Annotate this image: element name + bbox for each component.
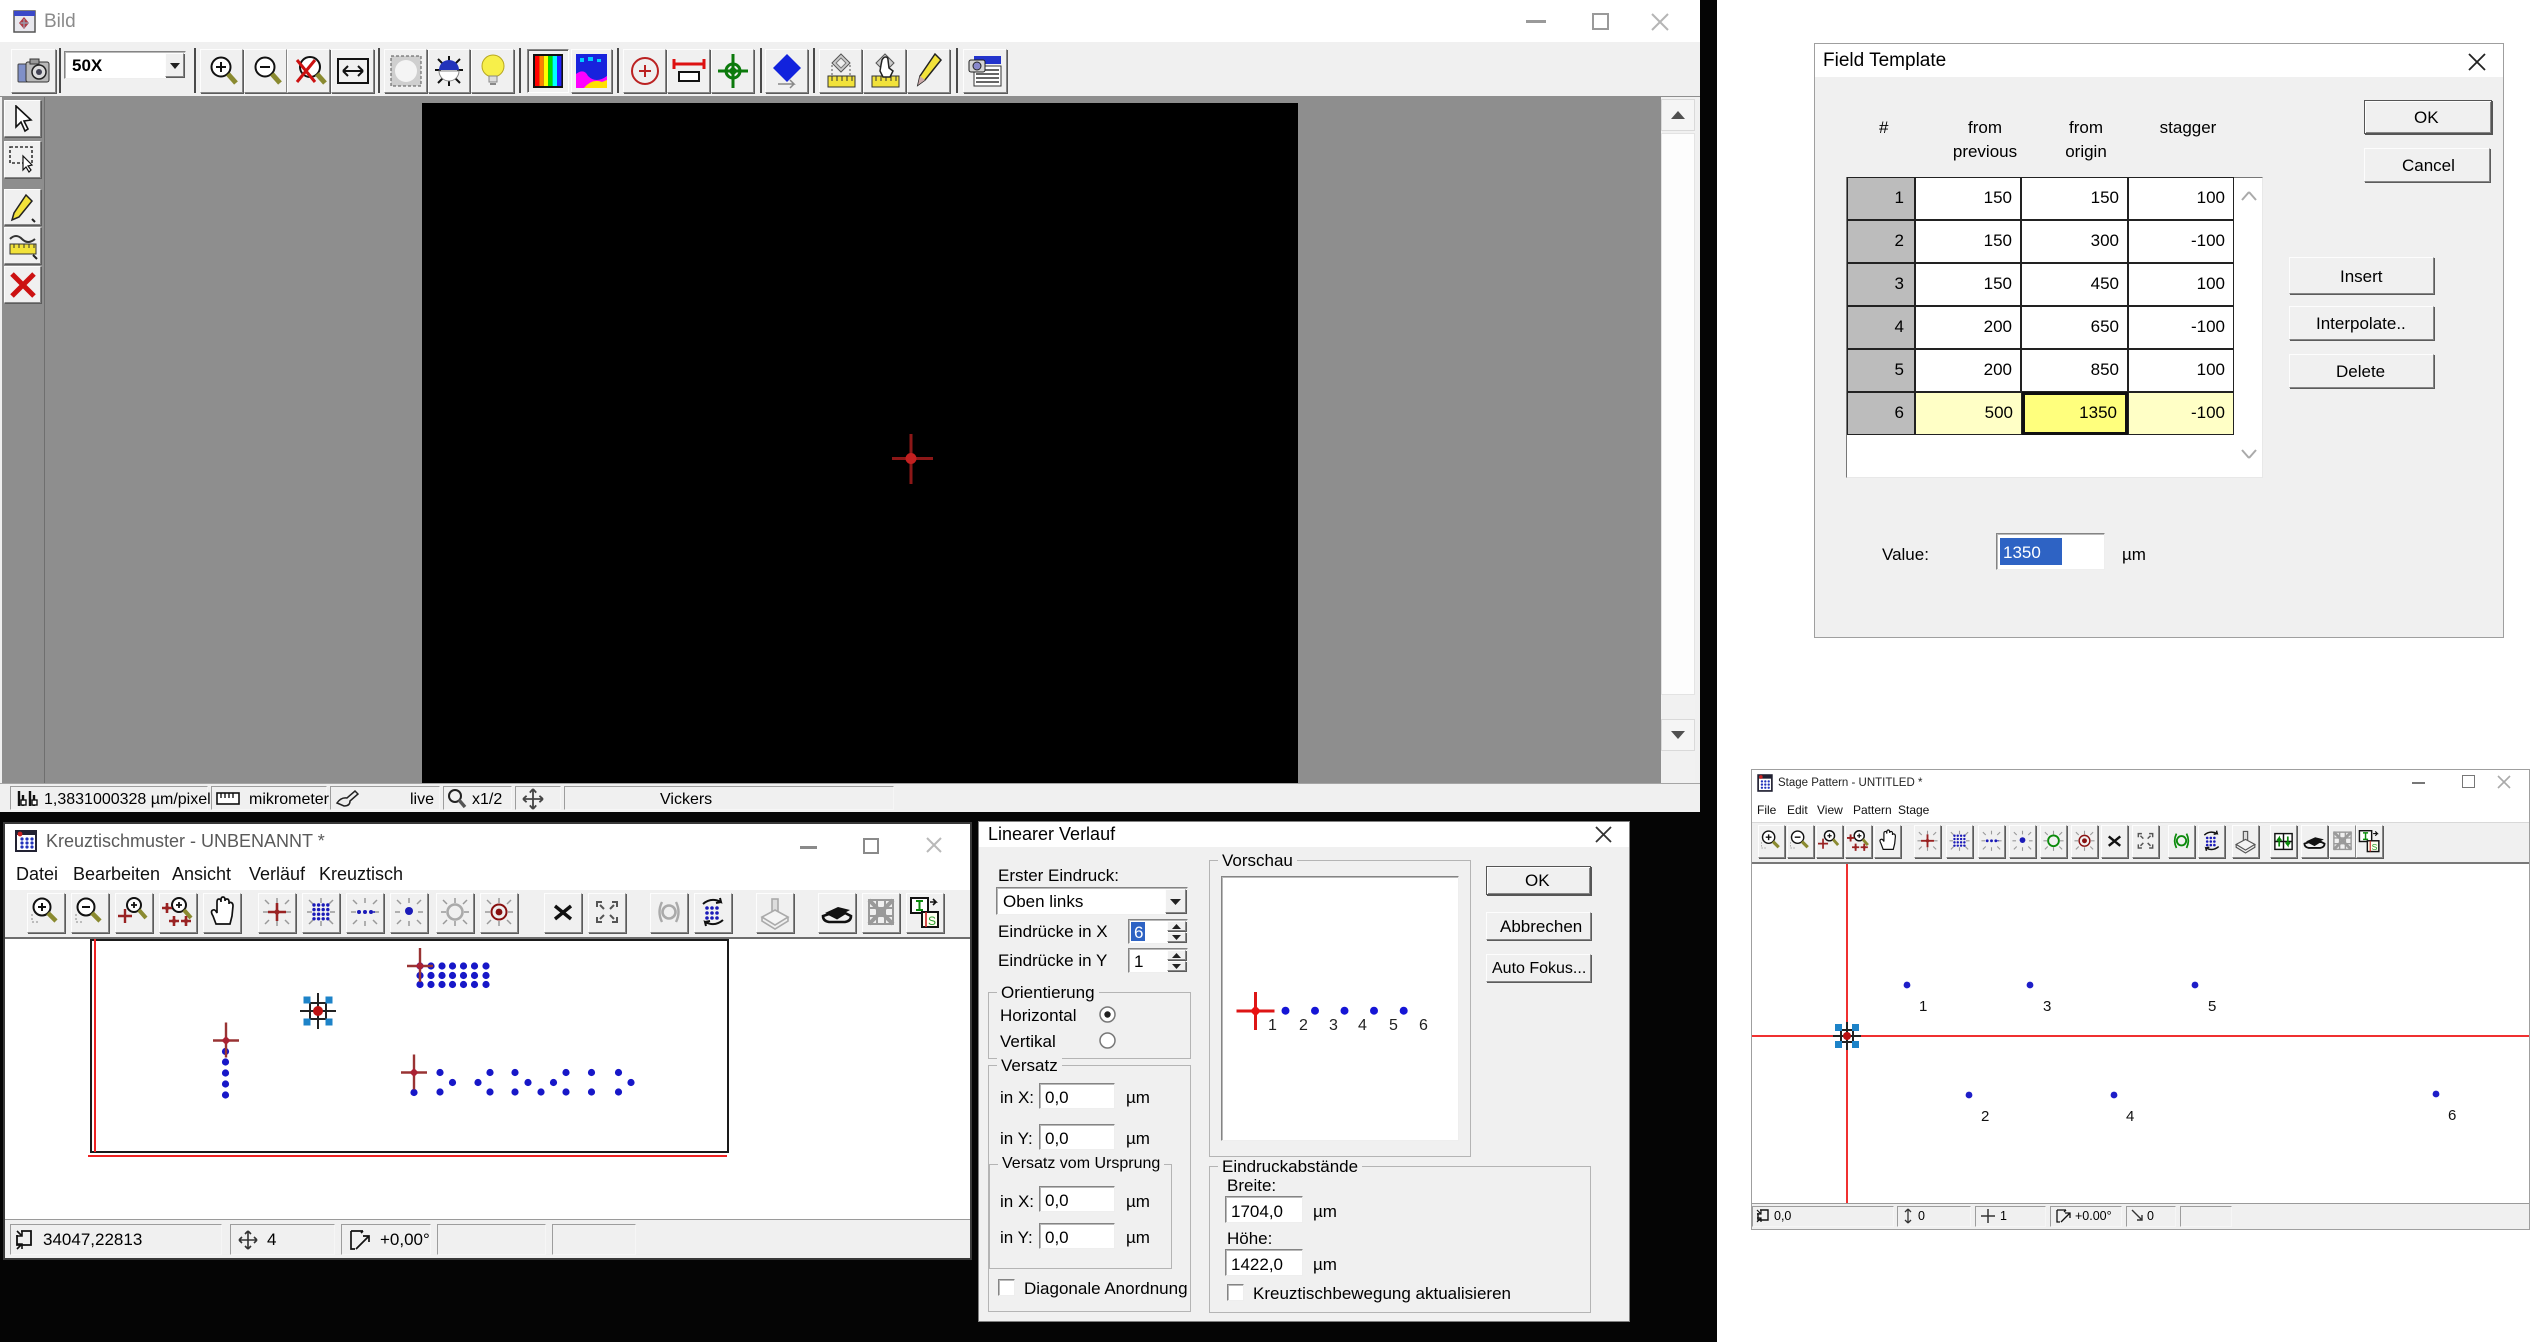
svg-text:S: S — [2372, 842, 2378, 852]
